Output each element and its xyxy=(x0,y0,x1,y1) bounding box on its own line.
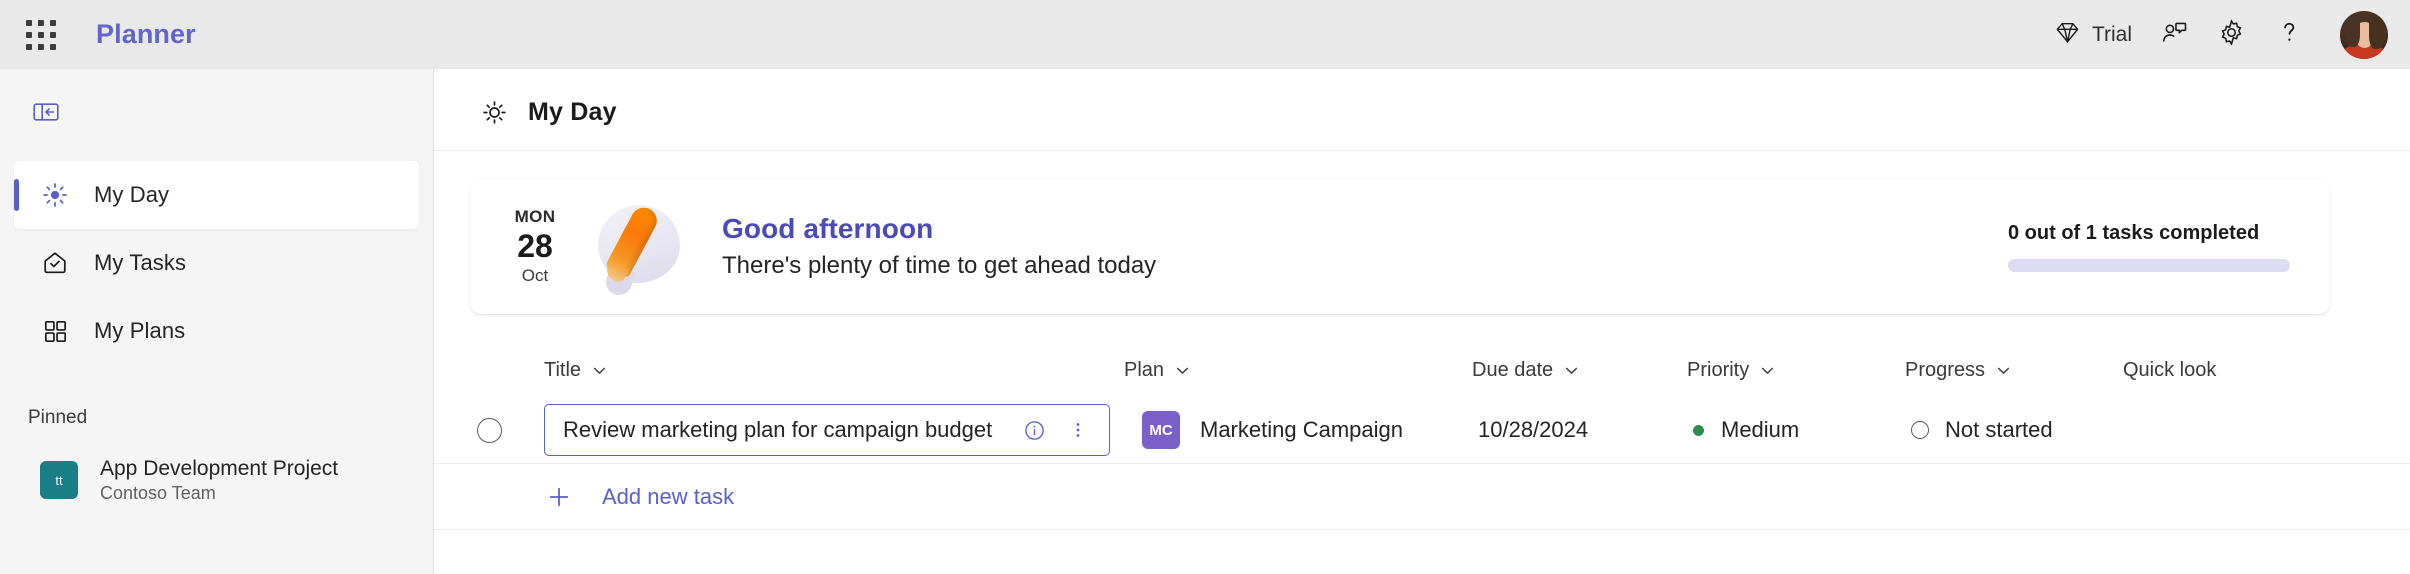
progress-not-started-icon xyxy=(1911,421,1929,439)
progress-label: 0 out of 1 tasks completed xyxy=(2008,221,2260,244)
table-header-row: Title Plan Due date Priority Progress Qu… xyxy=(434,344,2410,396)
add-new-task-row[interactable]: Add new task xyxy=(434,464,2410,530)
avatar-hair-left xyxy=(2345,12,2360,47)
greeting-subtitle: There's plenty of time to get ahead toda… xyxy=(722,252,1157,279)
column-header-label: Priority xyxy=(1687,358,1750,381)
app-brand-planner[interactable]: Planner xyxy=(96,19,196,50)
gear-icon xyxy=(2217,18,2246,52)
question-mark-icon xyxy=(2274,17,2304,52)
chevron-down-icon xyxy=(1566,367,1578,374)
task-title-cell: Review marketing plan for campaign budge… xyxy=(544,404,1124,456)
task-table: Title Plan Due date Priority Progress Qu… xyxy=(434,344,2410,530)
page-content: MON 28 Oct Good afternoon There's plenty… xyxy=(434,151,2410,574)
more-vertical-icon[interactable] xyxy=(1061,413,1095,447)
task-complete-checkbox[interactable] xyxy=(476,417,502,443)
sidebar: My Day My Tasks My Plans Pinned tt App D… xyxy=(0,69,434,574)
sidebar-nav-list: My Day My Tasks My Plans xyxy=(0,161,433,365)
task-plan-name: Marketing Campaign xyxy=(1200,417,1403,442)
body-wrapper: My Day My Tasks My Plans Pinned tt App D… xyxy=(0,69,2410,574)
table-row[interactable]: Review marketing plan for campaign budge… xyxy=(434,396,2410,464)
page-title: My Day xyxy=(528,98,617,126)
topbar-actions: Trial xyxy=(2040,0,2388,69)
pinned-section-header: Pinned xyxy=(28,407,88,428)
sun-icon xyxy=(478,97,510,129)
pinned-plan-subtitle: Contoso Team xyxy=(100,482,216,503)
column-header-title[interactable]: Title xyxy=(544,359,1124,382)
plus-icon xyxy=(544,482,574,512)
trial-label: Trial xyxy=(2091,22,2132,46)
progress-track xyxy=(2008,258,2290,272)
tasks-home-check-icon xyxy=(40,248,70,278)
add-new-task-button[interactable]: Add new task xyxy=(544,482,734,512)
tasks-progress: 0 out of 1 tasks completed xyxy=(2008,222,2290,272)
waffle-grid-icon xyxy=(26,19,56,50)
chevron-down-icon xyxy=(1997,367,2010,374)
trial-button[interactable]: Trial xyxy=(2040,9,2146,61)
date-day-of-week: MON xyxy=(514,206,556,226)
grid-four-squares-icon xyxy=(40,316,70,346)
column-header-label: Plan xyxy=(1124,358,1165,381)
date-day-number: 28 xyxy=(517,227,553,264)
column-header-progress[interactable]: Progress xyxy=(1905,359,2123,382)
sidebar-pinned-plan[interactable]: tt App Development Project Contoso Team xyxy=(14,447,419,513)
pencil-illustration xyxy=(590,199,688,295)
sidebar-collapse-row xyxy=(0,83,433,145)
greeting-title: Good afternoon xyxy=(722,213,934,244)
date-block: MON 28 Oct xyxy=(498,208,572,285)
column-header-due-date[interactable]: Due date xyxy=(1472,359,1687,382)
task-progress-cell[interactable]: Not started xyxy=(1905,417,2123,443)
column-header-quick-look: Quick look xyxy=(2123,359,2343,382)
info-circle-icon[interactable] xyxy=(1017,413,1051,447)
help-button[interactable] xyxy=(2260,9,2318,61)
sidebar-item-label: My Day xyxy=(94,182,170,207)
main-content: My Day MON 28 Oct Good afternoon There's… xyxy=(0,69,2410,574)
feedback-button[interactable] xyxy=(2146,9,2203,61)
greeting-banner: MON 28 Oct Good afternoon There's plenty… xyxy=(470,179,2330,314)
chevron-down-icon xyxy=(1176,367,1189,374)
task-complete-cell xyxy=(434,417,544,443)
column-header-label: Progress xyxy=(1905,358,1986,381)
sidebar-item-my-plans[interactable]: My Plans xyxy=(14,297,419,365)
pinned-plan-title: App Development Project xyxy=(100,456,339,480)
task-priority-cell[interactable]: Medium xyxy=(1687,417,1905,443)
column-header-label: Due date xyxy=(1472,358,1554,381)
sidebar-item-my-tasks[interactable]: My Tasks xyxy=(14,229,419,297)
planner-app: Planner Trial My Day My Tasks My Plans P… xyxy=(0,0,2410,574)
add-new-task-label: Add new task xyxy=(602,483,735,509)
date-month: Oct xyxy=(521,266,549,286)
task-due-date[interactable]: 10/28/2024 xyxy=(1472,417,1687,443)
sidebar-item-label: My Plans xyxy=(94,318,186,343)
person-chat-icon xyxy=(2160,18,2189,52)
sidebar-collapse-button[interactable] xyxy=(22,92,70,136)
priority-dot-icon xyxy=(1693,424,1704,436)
sidebar-item-label: My Tasks xyxy=(94,250,187,275)
plan-badge-icon: MC xyxy=(1142,411,1180,449)
task-priority-value: Medium xyxy=(1721,417,1800,442)
column-header-plan[interactable]: Plan xyxy=(1124,359,1472,382)
avatar[interactable] xyxy=(2340,10,2388,59)
panel-collapse-left-icon xyxy=(32,100,60,129)
pinned-plan-text: App Development Project Contoso Team xyxy=(100,457,338,504)
plan-tile-icon: tt xyxy=(40,461,78,499)
sun-icon xyxy=(40,180,70,210)
chevron-down-icon xyxy=(1762,367,1774,374)
diamond-icon xyxy=(2054,19,2081,51)
chevron-down-icon xyxy=(593,367,606,374)
task-title-input[interactable]: Review marketing plan for campaign budge… xyxy=(544,404,1110,456)
top-header-bar: Planner Trial xyxy=(0,0,2410,69)
task-progress-value: Not started xyxy=(1945,417,2053,442)
task-plan-cell[interactable]: MC Marketing Campaign xyxy=(1124,411,1472,449)
column-header-label: Title xyxy=(544,358,582,381)
task-title-text: Review marketing plan for campaign budge… xyxy=(563,417,993,442)
sidebar-item-my-day[interactable]: My Day xyxy=(14,161,419,229)
column-header-priority[interactable]: Priority xyxy=(1687,359,1905,382)
column-header-label: Quick look xyxy=(2123,358,2217,381)
app-launcher-button[interactable] xyxy=(18,12,64,58)
settings-button[interactable] xyxy=(2203,9,2260,61)
greeting-text-block: Good afternoon There's plenty of time to… xyxy=(722,213,1156,280)
